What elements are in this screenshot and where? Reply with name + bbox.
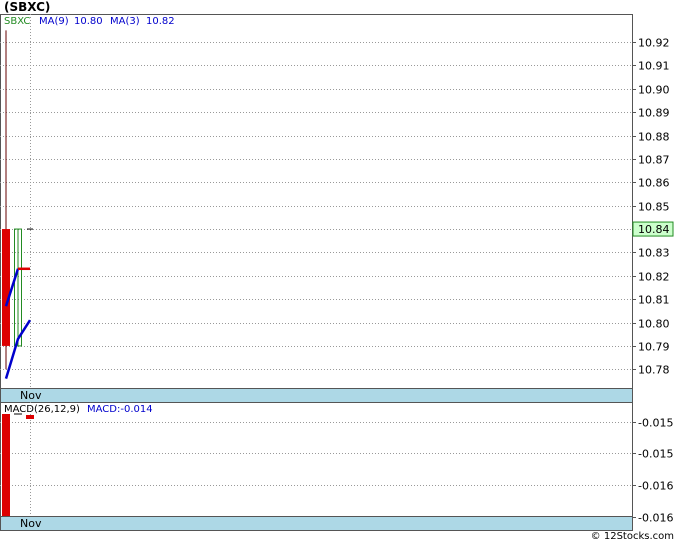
- price-tick-labels: 10.92 10.91 10.90 10.89 10.88 10.87 10.86 10.85…: [638, 37, 670, 377]
- price-panel: 10.92 10.91 10.90 10.89 10.88 10.87 10.86 10.85…: [0, 14, 674, 403]
- macd-tick-label: -0.016: [638, 512, 673, 525]
- price-tick-label: 10.88: [638, 131, 670, 144]
- candle-body: [2, 229, 10, 346]
- macd-tick-label: -0.015: [638, 417, 673, 430]
- macd-tick-label: -0.015: [638, 448, 673, 461]
- price-x-label: Nov: [20, 389, 42, 402]
- stock-chart: 10.92 10.91 10.90 10.89 10.88 10.87 10.86 10.85…: [0, 14, 674, 531]
- price-tick-label: 10.81: [638, 294, 670, 307]
- price-plot-area: [0, 14, 633, 389]
- legend-ma3-value: 10.82: [146, 16, 175, 27]
- price-tick-label: 10.79: [638, 341, 670, 354]
- price-axis-band: [0, 388, 633, 403]
- price-tick-label: 10.89: [638, 107, 670, 120]
- price-tick-label: 10.85: [638, 201, 670, 214]
- price-tick-label: 10.91: [638, 60, 670, 73]
- price-tick-label: 10.87: [638, 154, 670, 167]
- macd-tick-labels: -0.015 -0.015 -0.016 -0.016: [638, 417, 673, 525]
- footer-credit: © 12Stocks.com: [590, 531, 674, 542]
- price-tick-label: 10.82: [638, 271, 670, 284]
- macd-plot-area: [0, 402, 633, 517]
- price-tick-label: 10.86: [638, 177, 670, 190]
- legend-ma9-value: 10.80: [74, 16, 103, 27]
- price-tick-label: 10.80: [638, 318, 670, 331]
- legend-ma9-label: MA(9): [39, 16, 69, 27]
- price-tick-label: 10.78: [638, 364, 670, 377]
- macd-tick-label: -0.016: [638, 480, 673, 493]
- macd-x-label: Nov: [20, 517, 42, 530]
- price-tick-label: 10.83: [638, 247, 670, 260]
- macd-bar: [2, 414, 10, 516]
- price-legend: SBXC MA(9) 10.80 MA(3) 10.82: [4, 16, 175, 27]
- legend-ma3-label: MA(3): [110, 16, 140, 27]
- price-tick-label: 10.90: [638, 84, 670, 97]
- price-tick-label: 10.92: [638, 37, 670, 50]
- last-price-label: 10.84: [638, 223, 670, 236]
- macd-legend-label: MACD(26,12,9): [4, 404, 80, 415]
- macd-panel: -0.015 -0.015 -0.016 -0.016 Nov MACD(26,12,…: [0, 402, 673, 531]
- macd-axis-band: [0, 516, 633, 531]
- last-price-marker: 10.84: [632, 221, 674, 237]
- macd-legend: MACD(26,12,9) MACD:-0.014: [4, 404, 153, 415]
- legend-symbol: SBXC: [4, 16, 30, 27]
- macd-legend-value: MACD:-0.014: [87, 404, 153, 415]
- macd-bar: [26, 415, 34, 419]
